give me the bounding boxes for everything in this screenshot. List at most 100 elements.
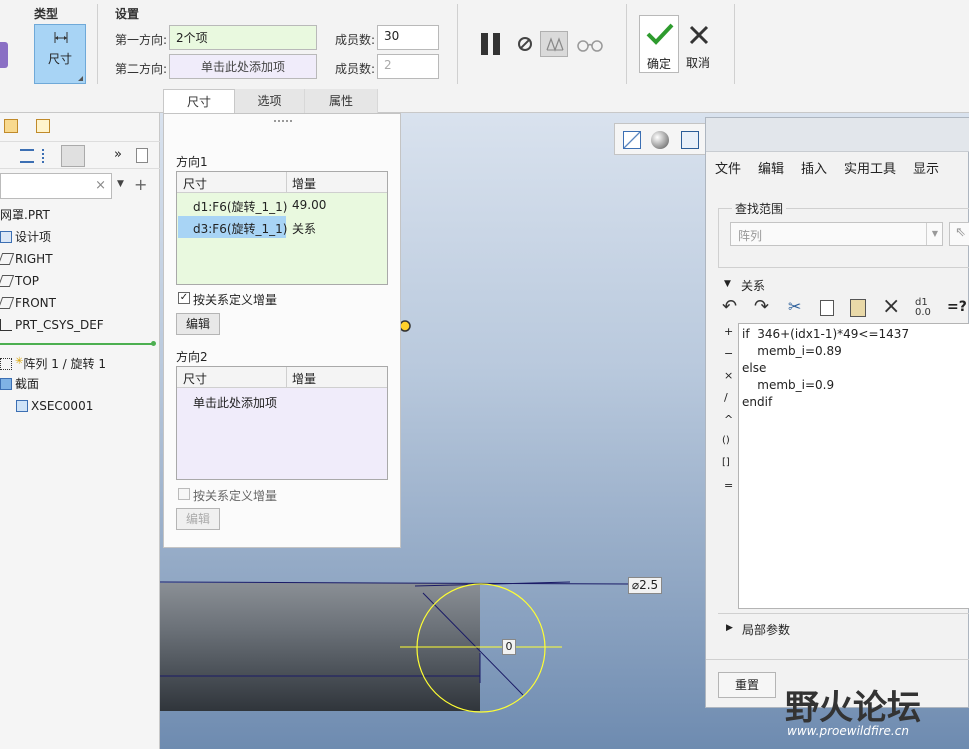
- copy-icon[interactable]: [820, 300, 834, 316]
- row-increment[interactable]: 关系: [292, 220, 316, 237]
- tree-item-label: 设计项: [15, 230, 52, 244]
- row-increment[interactable]: 49.00: [292, 198, 326, 212]
- relations-editor[interactable]: if 346+(idx1-1)*49<=1437 memb_i=0.89 els…: [738, 323, 969, 609]
- first-direction-collector[interactable]: 2个项: [169, 25, 317, 50]
- member-count-label-1: 成员数:: [335, 33, 376, 47]
- angle-dimension-label[interactable]: 0: [502, 639, 516, 655]
- table-header: 尺寸 增量: [177, 172, 387, 193]
- lookup-select[interactable]: 阵列 ▼: [730, 222, 943, 246]
- tree-settings-icon[interactable]: [61, 145, 85, 167]
- tree-item-label: FRONT: [15, 296, 56, 310]
- define-by-relation-checkbox-1[interactable]: ✓: [178, 292, 190, 304]
- tree-filter-icon[interactable]: [20, 149, 34, 163]
- cancel-label: 取消: [686, 56, 711, 70]
- ok-button[interactable]: 确定: [639, 15, 679, 73]
- pattern-anchor-icon[interactable]: [399, 320, 411, 332]
- operator-multiply-button[interactable]: ×: [724, 369, 733, 382]
- tree-item-section[interactable]: 截面: [0, 374, 39, 394]
- insert-marker-line[interactable]: [0, 343, 155, 345]
- show-icon[interactable]: [136, 148, 148, 163]
- direction2-table[interactable]: 尺寸 增量 单击此处添加项: [176, 366, 388, 480]
- tree-item-right[interactable]: RIGHT: [0, 249, 53, 269]
- chevron-down-icon[interactable]: ▼: [724, 279, 731, 289]
- edit-button-1[interactable]: 编辑: [176, 313, 220, 335]
- redo-icon[interactable]: ↷: [754, 296, 769, 317]
- menu-edit[interactable]: 编辑: [758, 158, 784, 177]
- tree-item-front[interactable]: FRONT: [0, 293, 56, 313]
- section-circle[interactable]: [416, 583, 546, 713]
- tree-item-pattern[interactable]: ✳阵列 1 / 旋转 1: [0, 352, 106, 372]
- ribbon-toolbar: 类型 尺寸 设置 第一方向: 2个项 成员数: 30 第二方向: 单击此处添加项…: [0, 0, 969, 113]
- reset-button[interactable]: 重置: [718, 672, 776, 698]
- panel-grip-icon[interactable]: [274, 120, 292, 122]
- operator-parens-button[interactable]: (): [722, 435, 730, 446]
- watermark-brand: 野火论坛: [785, 688, 921, 728]
- checkmark-icon: [646, 23, 674, 45]
- tab-properties[interactable]: 属性: [305, 89, 378, 113]
- type-dimension-button[interactable]: 尺寸: [34, 24, 86, 84]
- tree-item-part[interactable]: 网罩.PRT: [0, 205, 50, 225]
- member-count-input-2[interactable]: 2: [377, 54, 439, 79]
- table-row-selected[interactable]: d3:F6(旋转_1_1) 关系: [177, 216, 387, 238]
- layer-icon[interactable]: [4, 119, 18, 133]
- menu-insert[interactable]: 插入: [801, 158, 827, 177]
- tab-options[interactable]: 选项: [235, 89, 305, 113]
- relation-line: endif: [742, 395, 773, 409]
- cut-icon[interactable]: ✂: [788, 297, 801, 316]
- pause-button[interactable]: [479, 33, 503, 55]
- close-icon: [689, 25, 709, 45]
- tree-item-design-items[interactable]: 设计项: [0, 227, 51, 247]
- table-row[interactable]: d1:F6(旋转_1_1) 49.00: [177, 194, 387, 216]
- chevron-right-icon[interactable]: ▶: [726, 623, 733, 633]
- undo-icon[interactable]: ↶: [722, 296, 737, 317]
- tree-search-input[interactable]: ×: [0, 173, 112, 199]
- menu-file[interactable]: 文件: [715, 158, 741, 177]
- menu-display[interactable]: 显示: [913, 158, 939, 177]
- add-icon[interactable]: +: [134, 175, 147, 194]
- section-icon: [0, 378, 12, 390]
- evaluate-icon[interactable]: d1 0.0: [915, 298, 931, 318]
- verify-glasses-icon[interactable]: [576, 38, 604, 52]
- cancel-button[interactable]: 取消: [684, 15, 714, 73]
- direction1-table[interactable]: 尺寸 增量 d1:F6(旋转_1_1) 49.00 d3:F6(旋转_1_1) …: [176, 171, 388, 285]
- star-folder-icon[interactable]: [36, 119, 50, 133]
- tree-item-xsec[interactable]: XSEC0001: [16, 396, 93, 416]
- relation-line: if 346+(idx1-1)*49<=1437: [742, 327, 910, 341]
- operator-brackets-button[interactable]: []: [722, 457, 730, 468]
- no-icon: [519, 38, 531, 50]
- no-preview-button[interactable]: [518, 37, 532, 51]
- menu-utilities[interactable]: 实用工具: [844, 158, 896, 177]
- watermark-url: www.proewildfire.cn: [787, 724, 909, 738]
- paste-icon[interactable]: [850, 299, 866, 317]
- member-count-input-1[interactable]: 30: [377, 25, 439, 50]
- datum-plane-icon: [0, 297, 15, 309]
- tree-toolbar: »: [0, 141, 160, 169]
- diameter-dimension-label[interactable]: ⌀2.5: [628, 577, 662, 594]
- direction1-label: 方向1: [176, 155, 208, 169]
- operator-divide-button[interactable]: /: [724, 391, 728, 404]
- lookup-value: 阵列: [738, 229, 763, 243]
- operator-plus-button[interactable]: +: [724, 325, 733, 338]
- delete-icon[interactable]: ×: [882, 294, 900, 319]
- operator-minus-button[interactable]: −: [724, 347, 733, 360]
- more-icon[interactable]: »: [114, 147, 122, 162]
- select-pointer-button[interactable]: ⇖: [949, 222, 969, 246]
- tree-columns-icon[interactable]: [42, 149, 52, 163]
- operator-power-button[interactable]: ^: [724, 413, 733, 426]
- define-by-relation-checkbox-2[interactable]: [178, 488, 190, 500]
- edit-button-2[interactable]: 编辑: [176, 508, 220, 530]
- tree-item-csys[interactable]: PRT_CSYS_DEF: [0, 315, 104, 335]
- tab-dimensions[interactable]: 尺寸: [163, 89, 235, 113]
- tree-item-label: TOP: [15, 274, 40, 288]
- add-item-placeholder[interactable]: 单击此处添加项: [193, 394, 277, 411]
- dialog-titlebar[interactable]: [706, 118, 969, 152]
- row-dimension: d1:F6(旋转_1_1): [193, 200, 288, 214]
- clear-icon[interactable]: ×: [95, 178, 106, 193]
- chevron-down-icon[interactable]: ▼: [117, 179, 124, 189]
- operator-equals-button[interactable]: =: [724, 479, 733, 492]
- dimensions-panel: 方向1 尺寸 增量 d1:F6(旋转_1_1) 49.00 d3:F6(旋转_1…: [163, 113, 401, 548]
- second-direction-collector[interactable]: 单击此处添加项: [169, 54, 317, 79]
- preview-geometry-button[interactable]: [540, 31, 568, 57]
- verify-relations-icon[interactable]: =?: [947, 299, 967, 315]
- tree-item-top[interactable]: TOP: [0, 271, 39, 291]
